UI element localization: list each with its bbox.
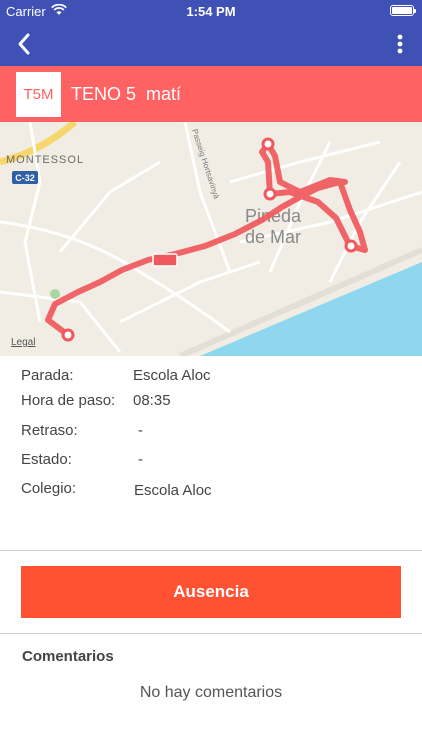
stop-value: Escola Aloc: [133, 367, 211, 384]
stop-label: Parada:: [21, 367, 74, 384]
stop-marker: [61, 328, 75, 342]
bus-marker: [152, 253, 178, 267]
time-value: 08:35: [133, 392, 171, 409]
map-park: [50, 289, 60, 299]
more-options-button[interactable]: [388, 28, 412, 60]
route-header: T5M TENO 5 matí: [0, 66, 422, 122]
school-value: Escola Aloc: [134, 482, 212, 499]
stop-marker: [261, 137, 275, 151]
divider: [0, 550, 422, 551]
stop-details: Parada: Escola Aloc Hora de paso: 08:35 …: [0, 356, 422, 550]
chevron-left-icon: [18, 33, 30, 55]
map-road-shield-label: C-32: [15, 173, 35, 183]
delay-value: -: [138, 422, 143, 439]
comments-title: Comentarios: [22, 648, 114, 665]
divider: [0, 633, 422, 634]
delay-label: Retraso:: [21, 422, 78, 439]
map-sea: [200, 262, 422, 356]
absence-button[interactable]: Ausencia: [21, 566, 401, 618]
map-legal-link[interactable]: Legal: [11, 337, 35, 348]
route-title: TENO 5 matí: [71, 83, 182, 104]
map-label-town-2: de Mar: [245, 227, 301, 247]
status-value: -: [138, 451, 143, 468]
route-map[interactable]: C-32 MONTESSOL Pineda de Mar Passeig Hor…: [0, 122, 422, 356]
battery-icon: [390, 5, 416, 16]
map-label-montessol: MONTESSOL: [6, 154, 84, 166]
status-label: Estado:: [21, 451, 72, 468]
stop-marker: [344, 239, 358, 253]
nav-bar: [0, 22, 422, 66]
comments-empty-message: No hay comentarios: [139, 684, 283, 701]
map-canvas: C-32 MONTESSOL Pineda de Mar Passeig Hor…: [0, 122, 422, 356]
status-bar: Carrier 1:54 PM: [0, 0, 422, 22]
stop-marker: [263, 187, 277, 201]
status-time: 1:54 PM: [186, 4, 236, 19]
time-label: Hora de paso:: [21, 392, 116, 409]
back-button[interactable]: [8, 28, 40, 60]
route-badge: T5M: [16, 71, 61, 117]
school-label: Colegio:: [21, 480, 77, 497]
more-vertical-icon: [397, 34, 403, 54]
